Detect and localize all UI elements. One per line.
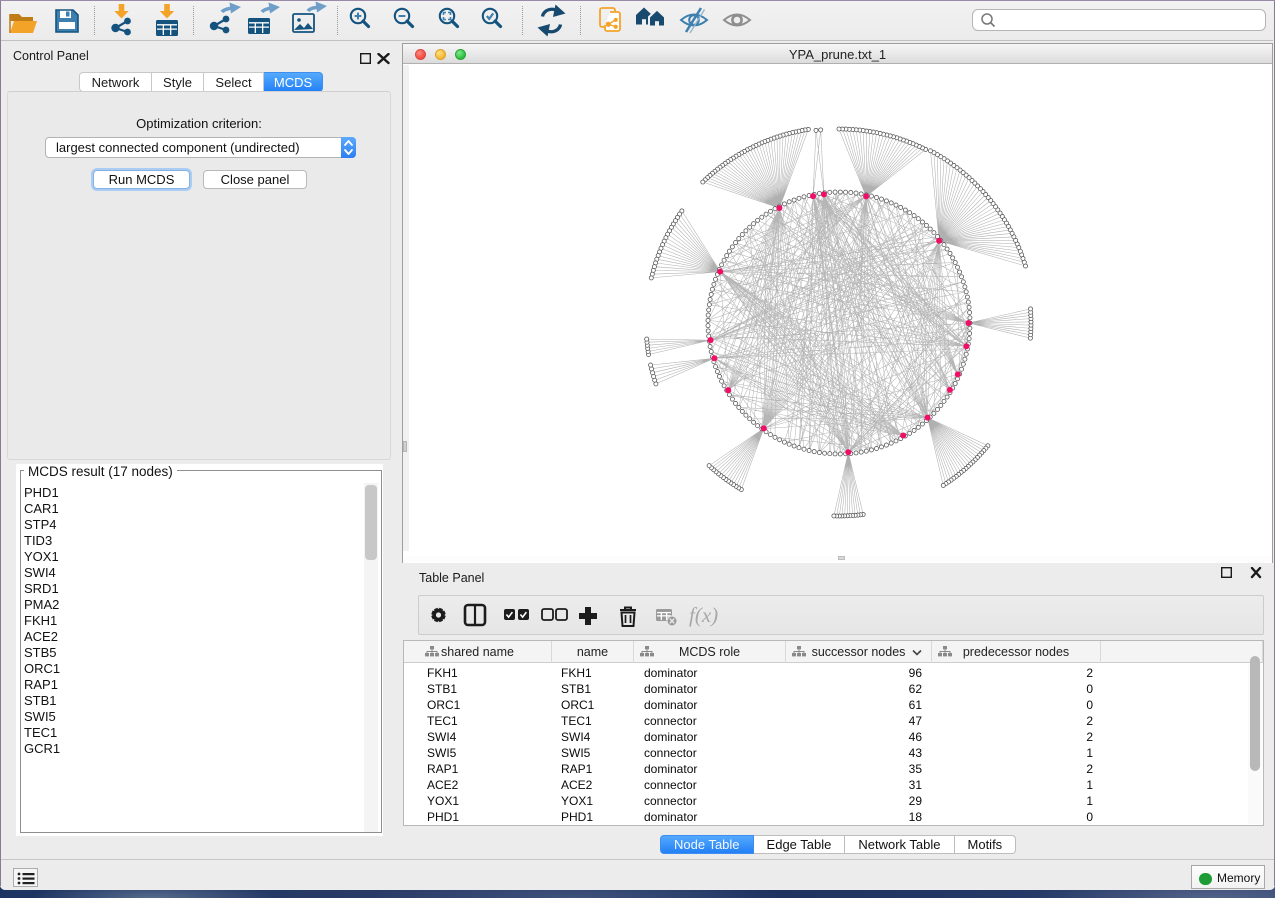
svg-text:f(x): f(x) (689, 603, 718, 627)
